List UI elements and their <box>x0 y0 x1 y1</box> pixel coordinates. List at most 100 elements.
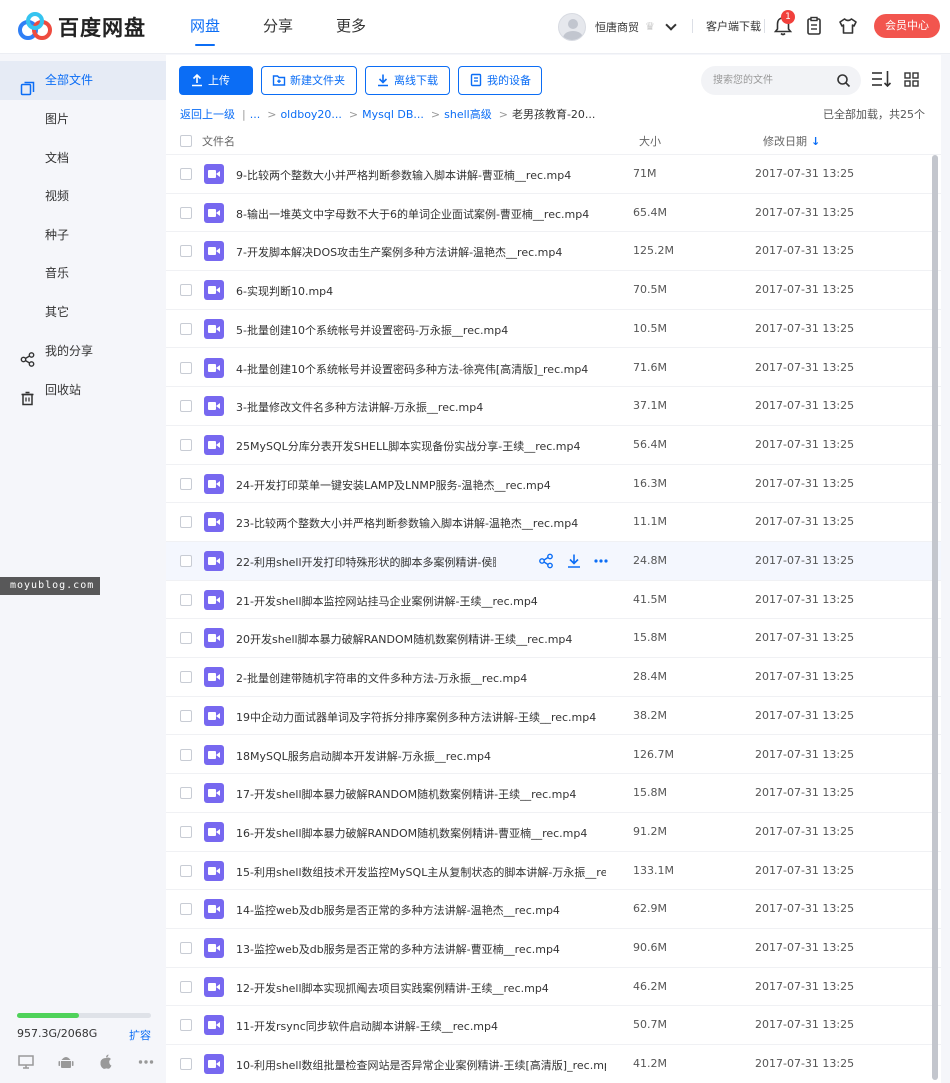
row-checkbox[interactable] <box>180 709 192 722</box>
file-name[interactable]: 6-实现判断10.mp4 <box>236 283 606 299</box>
download-icon[interactable] <box>566 553 582 569</box>
row-checkbox[interactable] <box>180 284 192 297</box>
file-name[interactable]: 3-批量修改文件名多种方法讲解-万永振__rec.mp4 <box>236 399 606 415</box>
file-name[interactable]: 23-比较两个整数大小并严格判断参数输入脚本讲解-温艳杰__rec.mp4 <box>236 515 606 531</box>
desktop-icon[interactable] <box>17 1053 35 1071</box>
file-name[interactable]: 14-监控web及db服务是否正常的多种方法讲解-温艳杰__rec.mp4 <box>236 902 606 918</box>
new-folder-button[interactable]: 新建文件夹 <box>261 66 357 95</box>
file-name[interactable]: 5-批量创建10个系统帐号并设置密码-万永振__rec.mp4 <box>236 322 606 338</box>
table-row[interactable]: 15-利用shell数组技术开发监控MySQL主从复制状态的脚本讲解-万永振__… <box>166 852 941 891</box>
row-checkbox[interactable] <box>180 1019 192 1032</box>
breadcrumb-ellipsis[interactable]: ... <box>250 108 261 121</box>
file-name[interactable]: 13-监控web及db服务是否正常的多种方法讲解-曹亚楠__rec.mp4 <box>236 941 606 957</box>
search-input[interactable] <box>713 72 833 89</box>
avatar[interactable] <box>558 13 586 41</box>
file-name[interactable]: 17-开发shell脚本暴力破解RANDOM随机数案例精讲-王续__rec.mp… <box>236 786 606 802</box>
file-name[interactable]: 18MySQL服务启动脚本开发讲解-万永振__rec.mp4 <box>236 748 606 764</box>
clipboard-icon[interactable] <box>804 15 824 37</box>
sidebar-item-all-files[interactable]: 全部文件 <box>0 61 166 100</box>
grid-view-icon[interactable] <box>904 72 919 87</box>
scrollbar[interactable] <box>932 155 938 1083</box>
row-checkbox[interactable] <box>180 555 192 567</box>
table-row[interactable]: 7-开发脚本解决DOS攻击生产案例多种方法讲解-温艳杰__rec.mp4 125.… <box>166 232 941 272</box>
sidebar-item-images[interactable]: 图片 <box>0 100 166 139</box>
breadcrumb-back[interactable]: 返回上一级 <box>180 108 235 121</box>
more-dots-icon[interactable] <box>137 1053 155 1071</box>
table-row[interactable]: 18MySQL服务启动脚本开发讲解-万永振__rec.mp4 126.7M 2017… <box>166 736 941 775</box>
sidebar-item-my-shares[interactable]: 我的分享 <box>0 332 166 371</box>
row-checkbox[interactable] <box>180 864 192 877</box>
scrollbar-thumb[interactable] <box>932 155 938 1080</box>
client-download-link[interactable]: 客户端下载 <box>706 18 761 34</box>
row-checkbox[interactable] <box>180 477 192 490</box>
file-name[interactable]: 24-开发打印菜单一键安装LAMP及LNMP服务-温艳杰__rec.mp4 <box>236 477 606 493</box>
table-row[interactable]: 6-实现判断10.mp4 70.5M 2017-07-31 13:25 <box>166 271 941 310</box>
table-row[interactable]: 3-批量修改文件名多种方法讲解-万永振__rec.mp4 37.1M 2017-07… <box>166 387 941 426</box>
nav-more[interactable]: 更多 <box>336 0 366 54</box>
file-name[interactable]: 2-批量创建带随机字符串的文件多种方法-万永振__rec.mp4 <box>236 670 606 686</box>
logo[interactable]: 百度网盘 <box>16 12 146 42</box>
file-name[interactable]: 22-利用shell开发打印特殊形状的脚本多案例精讲-侯鹏... <box>236 554 496 570</box>
breadcrumb-part[interactable]: shell高级 <box>444 108 492 121</box>
nav-share[interactable]: 分享 <box>263 0 293 54</box>
nav-netdisk[interactable]: 网盘 <box>190 0 220 54</box>
column-header-name[interactable]: 文件名 <box>202 133 235 149</box>
row-checkbox[interactable] <box>180 206 192 219</box>
row-checkbox[interactable] <box>180 322 192 335</box>
table-row[interactable]: 16-开发shell脚本暴力破解RANDOM随机数案例精讲-曹亚楠__rec.m… <box>166 813 941 852</box>
file-name[interactable]: 15-利用shell数组技术开发监控MySQL主从复制状态的脚本讲解-万永振__… <box>236 864 606 880</box>
expand-storage-link[interactable]: 扩容 <box>129 1027 151 1043</box>
row-checkbox[interactable] <box>180 593 192 606</box>
share-icon[interactable] <box>538 553 554 569</box>
table-row[interactable]: 4-批量创建10个系统帐号并设置密码多种方法-徐亮伟[高清版]_rec.mp4 7… <box>166 349 941 388</box>
table-row[interactable]: 14-监控web及db服务是否正常的多种方法讲解-温艳杰__rec.mp4 62.… <box>166 890 941 929</box>
row-checkbox[interactable] <box>180 825 192 838</box>
sidebar-item-videos[interactable]: 视频 <box>0 177 166 216</box>
android-icon[interactable] <box>57 1053 75 1071</box>
upload-button[interactable]: 上传 <box>179 66 253 95</box>
file-name[interactable]: 9-比较两个整数大小并严格判断参数输入脚本讲解-曹亚楠__rec.mp4 <box>236 167 606 183</box>
row-checkbox[interactable] <box>180 632 192 645</box>
sidebar-item-documents[interactable]: 文档 <box>0 139 166 178</box>
row-checkbox[interactable] <box>180 1058 192 1071</box>
file-name[interactable]: 19中企动力面试器单词及字符拆分排序案例多种方法讲解-王续__rec.mp4 <box>236 709 606 725</box>
user-menu[interactable]: 恒唐商贸 ♛ <box>558 12 677 42</box>
search-icon[interactable] <box>836 73 851 88</box>
table-row[interactable]: 12-开发shell脚本实现抓阄去项目实践案例精讲-王续__rec.mp4 46.… <box>166 968 941 1007</box>
file-name[interactable]: 7-开发脚本解决DOS攻击生产案例多种方法讲解-温艳杰__rec.mp4 <box>236 244 606 260</box>
row-checkbox[interactable] <box>180 980 192 993</box>
table-row[interactable]: 5-批量创建10个系统帐号并设置密码-万永振__rec.mp4 10.5M 2017… <box>166 310 941 349</box>
file-name[interactable]: 10-利用shell数组批量检查网站是否异常企业案例精讲-王续[高清版]_rec… <box>236 1057 606 1073</box>
table-row[interactable]: 8-输出一堆英文中字母数不大于6的单词企业面试案例-曹亚楠__rec.mp4 65… <box>166 194 941 233</box>
row-checkbox[interactable] <box>180 671 192 684</box>
breadcrumb-part[interactable]: Mysql DB... <box>362 108 424 121</box>
table-row[interactable]: 20开发shell脚本暴力破解RANDOM随机数案例精讲-王续__rec.mp4… <box>166 619 941 659</box>
sidebar-item-torrents[interactable]: 种子 <box>0 216 166 255</box>
table-row[interactable]: 10-利用shell数组批量检查网站是否异常企业案例精讲-王续[高清版]_rec… <box>166 1045 941 1083</box>
row-checkbox[interactable] <box>180 748 192 761</box>
select-all-checkbox[interactable] <box>180 135 192 147</box>
row-checkbox[interactable] <box>180 942 192 954</box>
apple-icon[interactable] <box>97 1053 115 1071</box>
chevron-down-icon[interactable] <box>665 19 677 31</box>
table-row[interactable]: 25MySQL分库分表开发SHELL脚本实现备份实战分享-王续__rec.mp4… <box>166 426 941 465</box>
table-row[interactable]: 2-批量创建带随机字符串的文件多种方法-万永振__rec.mp4 28.4M 201… <box>166 658 941 697</box>
row-checkbox[interactable] <box>180 168 192 180</box>
table-row[interactable]: 23-比较两个整数大小并严格判断参数输入脚本讲解-温艳杰__rec.mp4 11.… <box>166 503 941 542</box>
table-row[interactable]: 22-利用shell开发打印特殊形状的脚本多案例精讲-侯鹏... 24.8M 201… <box>166 542 941 581</box>
file-name[interactable]: 12-开发shell脚本实现抓阄去项目实践案例精讲-王续__rec.mp4 <box>236 980 606 996</box>
table-row[interactable]: 17-开发shell脚本暴力破解RANDOM随机数案例精讲-王续__rec.mp… <box>166 774 941 813</box>
breadcrumb-part[interactable]: oldboy20... <box>280 108 341 121</box>
column-header-date[interactable]: 修改日期 ↓ <box>763 133 820 149</box>
table-row[interactable]: 21-开发shell脚本监控网站挂马企业案例讲解-王续__rec.mp4 41.5… <box>166 581 941 620</box>
row-checkbox[interactable] <box>180 438 192 451</box>
sidebar-item-recycle-bin[interactable]: 回收站 <box>0 371 166 410</box>
offline-download-button[interactable]: 离线下载 <box>365 66 450 95</box>
sidebar-item-other[interactable]: 其它 <box>0 293 166 332</box>
table-row[interactable]: 13-监控web及db服务是否正常的多种方法讲解-曹亚楠__rec.mp4 90.… <box>166 929 941 968</box>
table-row[interactable]: 24-开发打印菜单一键安装LAMP及LNMP服务-温艳杰__rec.mp4 16.… <box>166 465 941 504</box>
row-checkbox[interactable] <box>180 400 192 413</box>
file-name[interactable]: 8-输出一堆英文中字母数不大于6的单词企业面试案例-曹亚楠__rec.mp4 <box>236 206 606 222</box>
table-row[interactable]: 9-比较两个整数大小并严格判断参数输入脚本讲解-曹亚楠__rec.mp4 71M 2… <box>166 155 941 194</box>
file-name[interactable]: 4-批量创建10个系统帐号并设置密码多种方法-徐亮伟[高清版]_rec.mp4 <box>236 361 606 377</box>
